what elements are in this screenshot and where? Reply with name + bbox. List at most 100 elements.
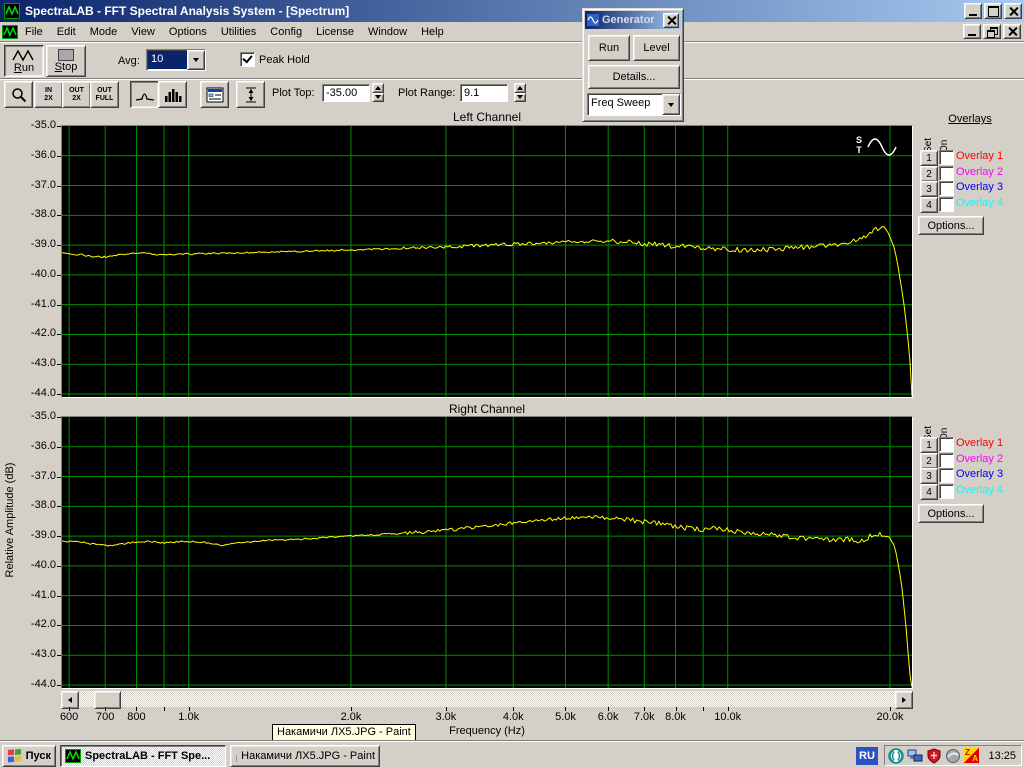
zonealarm-icon[interactable]: Z A — [964, 748, 979, 763]
plot-top-spinner[interactable] — [372, 83, 384, 102]
overlay-set-button-3[interactable]: 3 — [920, 468, 938, 484]
avg-dropdown[interactable]: 10 — [146, 49, 206, 71]
y-tick-label: -43.0 — [10, 648, 56, 661]
overlay-set-button-4[interactable]: 4 — [920, 484, 938, 500]
line-plot-mode-button[interactable] — [130, 81, 159, 108]
avg-dropdown-button[interactable] — [187, 50, 205, 70]
right-channel-plot[interactable] — [61, 416, 913, 689]
overlay-on-checkbox-1[interactable] — [939, 150, 954, 165]
generator-titlebar[interactable]: Generator — [585, 11, 681, 29]
scrollbar-thumb[interactable] — [94, 691, 121, 709]
y-tick-mark — [57, 275, 61, 276]
overlay-on-checkbox-4[interactable] — [939, 197, 954, 212]
overlay-on-checkbox-3[interactable] — [939, 181, 954, 196]
overlay-set-button-1[interactable]: 1 — [920, 437, 938, 453]
x-tick-label: 800 — [114, 711, 158, 723]
overlay-set-button-2[interactable]: 2 — [920, 166, 938, 182]
y-tick-mark — [57, 536, 61, 537]
menu-help[interactable]: Help — [414, 23, 451, 41]
overlay-on-checkbox-2[interactable] — [939, 166, 954, 181]
overlays-panel-left: OverlaysSetOn1Overlay 12Overlay 23Overla… — [918, 113, 1022, 238]
overlay-on-checkbox-2[interactable] — [939, 453, 954, 468]
minimize-button[interactable] — [964, 3, 982, 19]
peak-curve-icon — [135, 87, 155, 103]
overlay-set-button-1[interactable]: 1 — [920, 150, 938, 166]
y-tick-mark — [57, 245, 61, 246]
overlay-options-button[interactable]: Options... — [918, 216, 984, 235]
scroll-right-button[interactable] — [895, 691, 913, 709]
network-icon[interactable] — [907, 748, 923, 764]
mdi-restore-button[interactable] — [983, 24, 1001, 39]
plot-range-input[interactable]: 9.1 — [460, 84, 508, 102]
generator-mode-dropdown-button[interactable] — [662, 94, 680, 115]
plot-range-spinner[interactable] — [514, 83, 526, 102]
start-button[interactable]: Пуск — [2, 745, 56, 767]
language-indicator[interactable]: RU — [856, 747, 878, 765]
overlay-set-button-3[interactable]: 3 — [920, 181, 938, 197]
menu-config[interactable]: Config — [263, 23, 309, 41]
menu-window[interactable]: Window — [361, 23, 414, 41]
y-tick-label: -44.0 — [10, 678, 56, 691]
y-tick-label: -38.0 — [10, 499, 56, 512]
window-titlebar[interactable]: SpectraLAB - FFT Spectral Analysis Syste… — [0, 0, 1024, 22]
mdi-minimize-button[interactable] — [963, 24, 981, 39]
y-tick-mark — [57, 394, 61, 395]
windows-logo-icon — [7, 749, 22, 763]
display-options-button[interactable] — [200, 81, 229, 108]
menu-options[interactable]: Options — [162, 23, 214, 41]
generator-details-button[interactable]: Details... — [588, 65, 680, 89]
taskbar-clock: 13:25 — [988, 750, 1018, 762]
generator-run-button[interactable]: Run — [588, 35, 630, 61]
y-tick-label: -38.0 — [10, 208, 56, 221]
zoom-tool-button[interactable] — [4, 81, 33, 108]
bar-plot-mode-button[interactable] — [158, 81, 187, 108]
left-channel-plot[interactable]: ST — [61, 125, 913, 398]
menu-file[interactable]: File — [18, 23, 50, 41]
x-axis-title: Frequency (Hz) — [62, 725, 912, 737]
zoom-out-2x-button[interactable]: OUT2X — [62, 81, 91, 108]
zoom-out-full-button[interactable]: OUTFULL — [90, 81, 119, 108]
right-channel-chart — [62, 417, 912, 688]
taskbar-task-spectralab[interactable]: SpectraLAB - FFT Spe... — [60, 745, 226, 767]
overlay-label-1: Overlay 1 — [956, 437, 1003, 449]
y-tick-mark — [57, 305, 61, 306]
menu-edit[interactable]: Edit — [50, 23, 83, 41]
plot-top-input[interactable]: -35.00 — [322, 84, 370, 102]
antivirus-shield-icon[interactable] — [926, 748, 942, 764]
y-tick-mark — [57, 126, 61, 127]
x-tick-label: 5.0k — [543, 711, 587, 723]
overlay-on-checkbox-4[interactable] — [939, 484, 954, 499]
taskbar-task-paint[interactable]: Накамичи ЛХ5.JPG - Paint — [230, 745, 380, 767]
avg-label: Avg: — [118, 55, 140, 67]
maximize-button[interactable] — [984, 3, 1002, 19]
peak-hold-checkbox[interactable] — [240, 52, 255, 67]
menu-view[interactable]: View — [124, 23, 162, 41]
report-window-icon — [206, 87, 224, 103]
media-icon[interactable] — [888, 748, 904, 764]
volume-icon[interactable] — [945, 748, 961, 764]
y-tick-label: -36.0 — [10, 149, 56, 162]
generator-close-button[interactable] — [663, 13, 679, 28]
overlay-on-checkbox-3[interactable] — [939, 468, 954, 483]
menu-mode[interactable]: Mode — [83, 23, 125, 41]
stop-button[interactable]: Stop — [46, 45, 86, 77]
horizontal-scrollbar[interactable] — [61, 691, 913, 707]
y-tick-label: -39.0 — [10, 238, 56, 251]
zoom-in-2x-button[interactable]: IN2X — [34, 81, 63, 108]
menu-utilities[interactable]: Utilities — [214, 23, 263, 41]
x-tick-label: 1.0k — [167, 711, 211, 723]
overlay-label-3: Overlay 3 — [956, 468, 1003, 480]
overlay-set-button-2[interactable]: 2 — [920, 453, 938, 469]
overlay-on-checkbox-1[interactable] — [939, 437, 954, 452]
menu-license[interactable]: License — [309, 23, 361, 41]
scale-range-button[interactable] — [236, 81, 265, 108]
overlay-set-button-4[interactable]: 4 — [920, 197, 938, 213]
plot-range-label: Plot Range: — [398, 87, 455, 99]
close-button[interactable] — [1004, 3, 1022, 19]
generator-level-button[interactable]: Level — [633, 35, 680, 61]
overlay-options-button[interactable]: Options... — [918, 504, 984, 523]
generator-mode-dropdown[interactable]: Freq Sweep — [587, 93, 681, 116]
mdi-close-button[interactable] — [1003, 24, 1021, 39]
vertical-scale-icon — [244, 86, 258, 104]
run-button[interactable]: Run — [4, 45, 44, 77]
